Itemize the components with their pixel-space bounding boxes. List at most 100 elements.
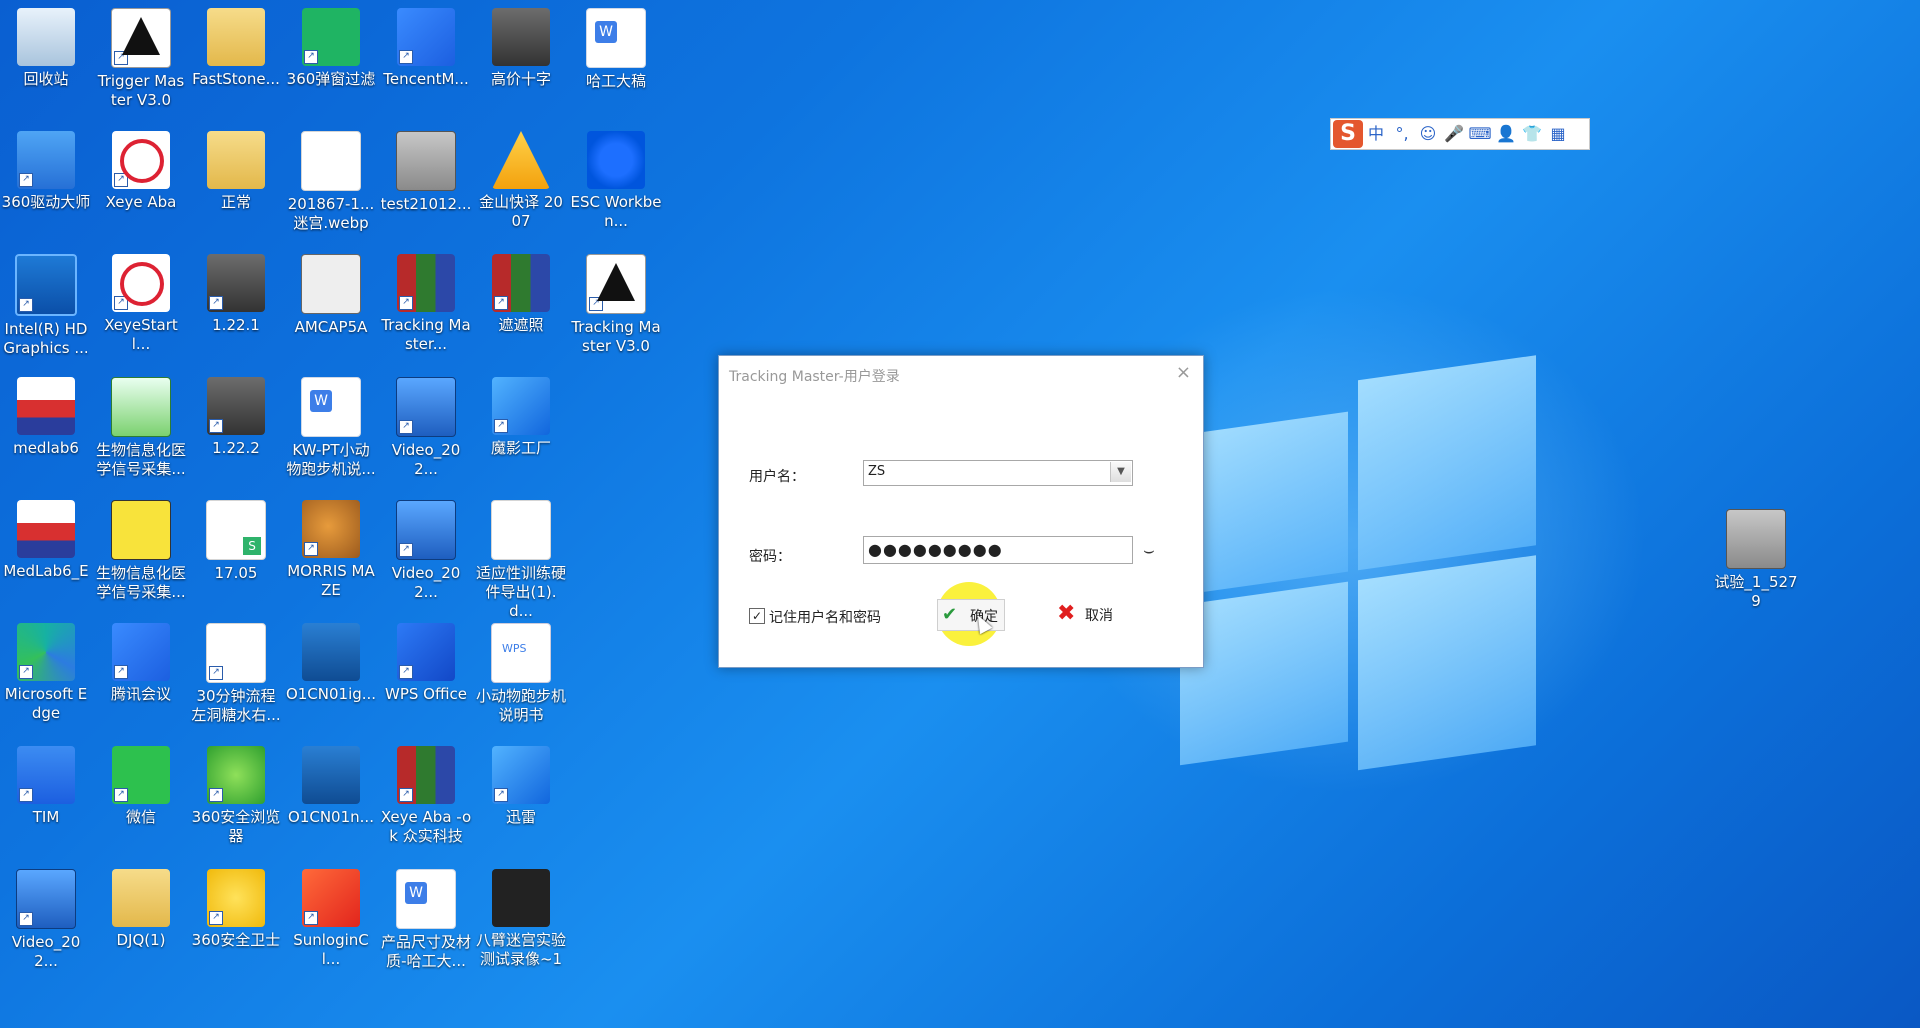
desktop-icon-o1cn01ig[interactable]: O1CN01ig... — [285, 619, 377, 704]
username-combobox[interactable]: ZS ▼ — [863, 460, 1133, 486]
desktop-icon-tim[interactable]: ↗ TIM — [0, 742, 92, 827]
desktop-icon-morris-maze[interactable]: ↗ MORRIS MAZE — [285, 496, 377, 600]
desktop-icon-video-202-a[interactable]: ↗ Video_202... — [380, 373, 472, 479]
desktop-icon-wps-office[interactable]: ↗ WPS Office — [380, 619, 472, 704]
desktop-icon-test-file[interactable]: test21012... — [380, 127, 472, 214]
desktop-icon-label: 360安全卫士 — [191, 931, 281, 949]
desktop-icon-xeye-aba-ok[interactable]: ↗ Xeye Aba -ok 众实科技 — [380, 742, 472, 846]
chevron-down-icon[interactable]: ▼ — [1110, 462, 1131, 482]
desktop-icon-label: test21012... — [380, 195, 472, 213]
shortcut-arrow-icon: ↗ — [19, 912, 33, 926]
desktop-icon-zhezhe-rar[interactable]: ↗ 遮遮照 — [475, 250, 567, 335]
desktop-icon-label: MORRIS MAZE — [287, 562, 375, 599]
punctuation-icon[interactable]: °, — [1389, 121, 1415, 147]
desktop-icon-medlab6[interactable]: medlab6 — [0, 373, 92, 458]
desktop-icon-medlab6-e[interactable]: MedLab6_E — [0, 496, 92, 581]
desktop-icon-xeye-startup[interactable]: ↗ XeyeStartl... — [95, 250, 187, 354]
ime-mode[interactable]: 中 — [1363, 121, 1389, 147]
desktop-icon-label: Xeye Aba — [105, 193, 177, 211]
desktop-icon-microsoft-edge[interactable]: ↗ Microsoft Edge — [0, 619, 92, 723]
desktop-icon-label: TencentM... — [383, 70, 469, 88]
show-password-icon[interactable]: ⌣ — [1143, 540, 1155, 561]
video-202-b-icon: ↗ — [396, 500, 456, 560]
desktop-icon-xunlei[interactable]: ↗ 迅雷 — [475, 742, 567, 827]
cancel-button[interactable]: ✖ 取消 — [1053, 599, 1133, 629]
desktop-icon-tencent-meeting[interactable]: ↗ TencentM... — [380, 4, 472, 89]
desktop-icon-360-safe[interactable]: ↗ 360安全卫士 — [190, 865, 282, 950]
desktop-icon-bio-signal-1[interactable]: 生物信息化医学信号采集... — [95, 373, 187, 479]
desktop-icon-video-1-22-1[interactable]: ↗ 1.22.1 — [190, 250, 282, 335]
maze-webp-icon — [301, 131, 361, 191]
desktop-icon-sunlogin[interactable]: ↗ SunloginCl... — [285, 865, 377, 969]
desktop-icon-label: 360安全浏览器 — [191, 808, 281, 845]
remember-label[interactable]: 记住用户名和密码 — [769, 607, 881, 627]
desktop-icon-amcap[interactable]: AMCAP5A — [285, 250, 377, 337]
adaptive-training-doc-icon — [491, 500, 551, 560]
product-size-doc-icon — [396, 869, 456, 929]
desktop-icon-label: SunloginCl... — [293, 931, 369, 968]
desktop-icon-tracking-master-rar[interactable]: ↗ Tracking Master... — [380, 250, 472, 354]
video-202-c-icon: ↗ — [16, 869, 76, 929]
desktop-icon-360-browser[interactable]: ↗ 360安全浏览器 — [190, 742, 282, 846]
desktop-icon-eight-arm-maze-video[interactable]: 八臂迷宫实验测试录像~1 — [475, 865, 567, 969]
microphone-icon[interactable]: 🎤 — [1441, 121, 1467, 147]
desktop-icon-adaptive-training-doc[interactable]: 适应性训练硬件导出(1).d... — [475, 496, 567, 621]
desktop-icon-hit-draft[interactable]: 哈工大稿 — [570, 4, 662, 91]
desktop-icon-label: 360弹窗过滤 — [286, 70, 376, 88]
password-field[interactable]: ●●●●●●●●● — [863, 536, 1133, 564]
desktop-icon-flow-doc[interactable]: ↗ 30分钟流程左洞糖水右... — [190, 619, 282, 725]
desktop-icon-label: 微信 — [125, 808, 156, 826]
remember-checkbox[interactable]: ✓ — [749, 608, 765, 624]
kingsoft-translator-icon — [492, 131, 550, 189]
shortcut-arrow-icon: ↗ — [209, 419, 223, 433]
kw-pt-doc-icon — [301, 377, 361, 437]
desktop-icon-faststone[interactable]: FastStone... — [190, 4, 282, 89]
desktop-icon-intel-graphics[interactable]: ↗ Intel(R) HD Graphics ... — [0, 250, 92, 358]
cancel-x-icon: ✖ — [1057, 601, 1076, 626]
desktop-icon-video-202-b[interactable]: ↗ Video_202... — [380, 496, 472, 602]
ok-button[interactable]: ✔ 确定 — [937, 599, 1005, 631]
desktop-icon-recycle-bin[interactable]: 回收站 — [0, 4, 92, 89]
keyboard-icon[interactable]: ⌨ — [1467, 121, 1493, 147]
desktop-icon-label: O1CN01ig... — [285, 685, 377, 703]
shortcut-arrow-icon: ↗ — [589, 297, 603, 311]
desktop-icon-kw-pt-doc[interactable]: KW-PT小动物跑步机说... — [285, 373, 377, 479]
desktop-icon-o1cn01n[interactable]: O1CN01n... — [285, 742, 377, 827]
desktop-icon-djq[interactable]: DJQ(1) — [95, 865, 187, 950]
hit-draft-icon — [586, 8, 646, 68]
video-1-22-2-icon: ↗ — [207, 377, 265, 435]
desktop-icon-wechat[interactable]: ↗ 微信 — [95, 742, 187, 827]
desktop-icon-label: WPS Office — [385, 685, 467, 703]
desktop-icon-popup-filter[interactable]: ↗ 360弹窗过滤 — [285, 4, 377, 89]
desktop-icon-video-202-c[interactable]: ↗ Video_202... — [0, 865, 92, 971]
desktop-icon-normal-folder[interactable]: 正常 — [190, 127, 282, 212]
shortcut-arrow-icon: ↗ — [494, 419, 508, 433]
desktop-icon-xeye-aba[interactable]: ↗ Xeye Aba — [95, 127, 187, 212]
skin-icon[interactable]: 👕 — [1519, 121, 1545, 147]
desktop-icon-kingsoft-translator[interactable]: 金山快译 2007 — [475, 127, 567, 231]
shortcut-arrow-icon: ↗ — [19, 665, 33, 679]
toolbox-icon[interactable]: ▦ — [1545, 121, 1571, 147]
desktop-icon-trial-1-5279[interactable]: 试验_1_5279 — [1710, 505, 1802, 611]
desktop-icon-maze-webp[interactable]: 201867-1...迷宫.webp — [285, 127, 377, 233]
desktop-icon-driver-master[interactable]: ↗ 360驱动大师 — [0, 127, 92, 212]
desktop-icon-movie-factory[interactable]: ↗ 魔影工厂 — [475, 373, 567, 458]
desktop-icon-treadmill-manual[interactable]: 小动物跑步机说明书 — [475, 619, 567, 725]
desktop-icon-tracking-master-v3[interactable]: ↗ Tracking Master V3.0 — [570, 250, 662, 356]
desktop-icon-esc-workbench[interactable]: ESC Workben... — [570, 127, 662, 231]
sogou-logo-icon[interactable]: S — [1333, 120, 1363, 148]
desktop-icon-video-1-22-2[interactable]: ↗ 1.22.2 — [190, 373, 282, 458]
desktop-icon-label: O1CN01n... — [288, 808, 374, 826]
user-icon[interactable]: 👤 — [1493, 121, 1519, 147]
desktop-icon-product-size-doc[interactable]: 产品尺寸及材质-哈工大... — [380, 865, 472, 971]
password-label: 密码： — [749, 549, 791, 565]
shortcut-arrow-icon: ↗ — [114, 665, 128, 679]
desktop-icon-tencent-meeting-2[interactable]: ↗ 腾讯会议 — [95, 619, 187, 704]
desktop-icon-bio-signal-2[interactable]: 生物信息化医学信号采集... — [95, 496, 187, 602]
ime-toolbar[interactable]: S 中 °, ☺ 🎤 ⌨ 👤 👕 ▦ — [1330, 118, 1590, 150]
desktop-icon-high-cross[interactable]: 高价十字 — [475, 4, 567, 89]
desktop-icon-trigger-master[interactable]: ↗ Trigger Master V3.0 — [95, 4, 187, 110]
desktop-icon-file-17-05[interactable]: 17.05 — [190, 496, 282, 583]
emoji-icon[interactable]: ☺ — [1415, 121, 1441, 147]
close-icon[interactable]: × — [1176, 362, 1191, 383]
